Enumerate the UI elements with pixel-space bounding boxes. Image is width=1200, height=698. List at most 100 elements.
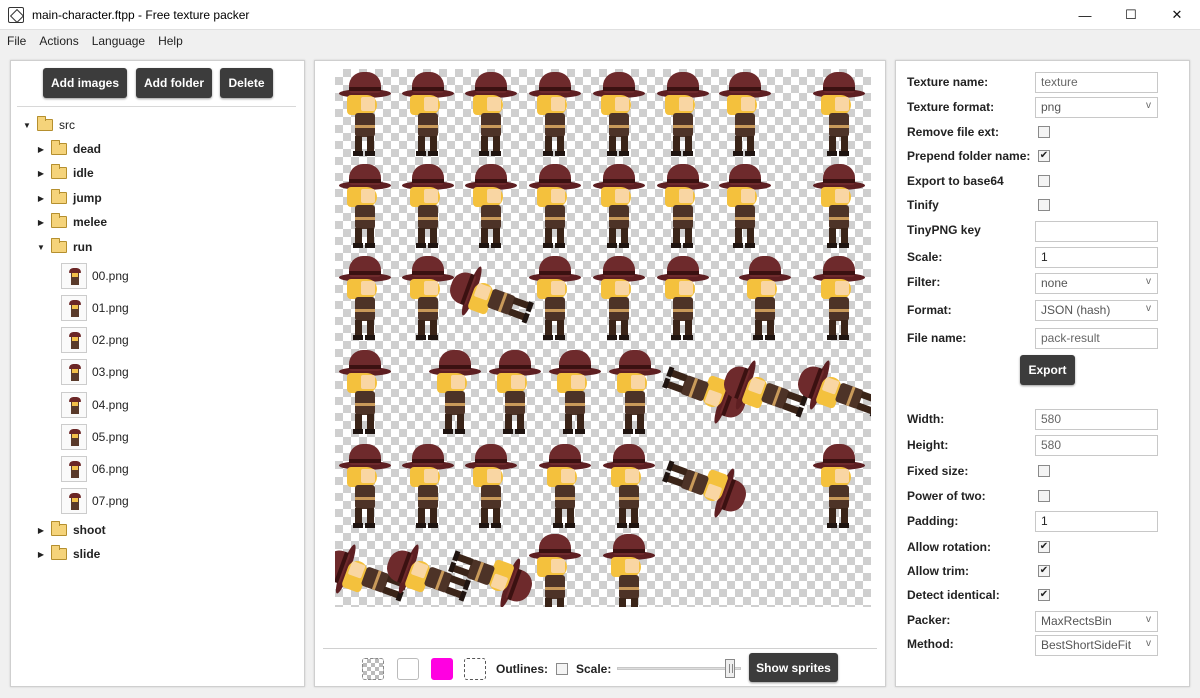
allow-trim-label: Allow trim:: [907, 564, 969, 578]
magenta-background-button[interactable]: [431, 658, 453, 680]
filter-select[interactable]: none: [1035, 273, 1158, 294]
sprite-frame: [398, 69, 458, 159]
tree-folder-jump[interactable]: ▶ jump: [35, 188, 102, 208]
tinify-checkbox[interactable]: [1038, 199, 1050, 211]
collapsed-arrow-icon[interactable]: ▶: [35, 169, 47, 178]
fixed-size-checkbox[interactable]: [1038, 465, 1050, 477]
sprite-frame: [735, 253, 795, 343]
sprite-thumbnail: [61, 392, 87, 418]
detect-identical-checkbox[interactable]: ✔: [1038, 589, 1050, 601]
tree-file[interactable]: 05.png: [61, 423, 129, 451]
format-label: Format:: [907, 303, 952, 317]
allow-rotation-checkbox[interactable]: ✔: [1038, 541, 1050, 553]
tree-folder-label: melee: [73, 215, 108, 229]
format-select[interactable]: JSON (hash): [1035, 300, 1158, 321]
remove-ext-checkbox[interactable]: [1038, 126, 1050, 138]
minimize-button[interactable]: —: [1062, 0, 1108, 30]
fixed-size-row: Fixed size:: [907, 460, 1035, 482]
images-toolbar: Add images Add folder Delete: [11, 61, 304, 106]
export-base64-label: Export to base64: [907, 174, 1004, 188]
tree-folder-run[interactable]: ▼ run: [35, 237, 92, 257]
sprite-frame: [461, 69, 521, 159]
tree-file[interactable]: 07.png: [61, 487, 129, 515]
tree-folder-label: dead: [73, 142, 102, 156]
tree-file[interactable]: 02.png: [61, 326, 129, 354]
window-title: main-character.ftpp - Free texture packe…: [32, 7, 250, 22]
tree-folder-src[interactable]: ▼ src: [21, 115, 75, 135]
folder-icon: [51, 521, 67, 536]
show-sprites-button[interactable]: Show sprites: [749, 653, 838, 682]
delete-button[interactable]: Delete: [220, 68, 273, 98]
file-name: 03.png: [92, 365, 129, 379]
sprite-frame: [809, 69, 869, 159]
images-panel: Add images Add folder Delete ▼ src ▶ dea…: [10, 60, 305, 687]
padding-input[interactable]: 1: [1035, 511, 1158, 532]
tree-file[interactable]: 03.png: [61, 358, 129, 386]
sprite-sheet-preview[interactable]: [335, 69, 871, 607]
export-button[interactable]: Export: [1020, 355, 1075, 385]
menu-language[interactable]: Language: [85, 34, 151, 48]
outlines-checkbox[interactable]: [556, 663, 568, 675]
expanded-arrow-icon[interactable]: ▼: [21, 121, 33, 130]
packer-select[interactable]: MaxRectsBin: [1035, 611, 1158, 632]
sprite-frame: [535, 441, 595, 531]
collapsed-arrow-icon[interactable]: ▶: [35, 550, 47, 559]
close-button[interactable]: ✕: [1154, 0, 1200, 30]
expanded-arrow-icon[interactable]: ▼: [35, 243, 47, 252]
add-images-button[interactable]: Add images: [43, 68, 127, 98]
power-of-two-checkbox[interactable]: [1038, 490, 1050, 502]
texture-format-select[interactable]: png: [1035, 97, 1158, 118]
menu-help[interactable]: Help: [151, 34, 189, 48]
scale-slider-thumb[interactable]: [725, 659, 735, 678]
tinypng-key-input[interactable]: [1035, 221, 1158, 242]
tree-folder-label: slide: [73, 547, 101, 561]
export-base64-checkbox[interactable]: [1038, 175, 1050, 187]
folder-icon: [51, 140, 67, 155]
file-name-input[interactable]: pack-result: [1035, 328, 1158, 349]
tree-file[interactable]: 04.png: [61, 391, 129, 419]
collapsed-arrow-icon[interactable]: ▶: [35, 145, 47, 154]
file-name-label: File name:: [907, 331, 967, 345]
tree-file[interactable]: 06.png: [61, 455, 129, 483]
add-folder-button[interactable]: Add folder: [136, 68, 212, 98]
tree-folder-label: run: [73, 240, 93, 254]
tree-folder-dead[interactable]: ▶ dead: [35, 139, 101, 159]
prepend-folder-checkbox[interactable]: ✔: [1038, 150, 1050, 162]
title-bar: main-character.ftpp - Free texture packe…: [0, 0, 1200, 30]
tree-folder-melee[interactable]: ▶ melee: [35, 212, 107, 232]
tree-folder-idle[interactable]: ▶ idle: [35, 163, 94, 183]
transparent-background-button[interactable]: [362, 658, 384, 680]
tree-folder-slide[interactable]: ▶ slide: [35, 544, 100, 564]
collapsed-arrow-icon[interactable]: ▶: [35, 218, 47, 227]
sprite-thumbnail: [61, 456, 87, 482]
sprite-thumbnail: [61, 488, 87, 514]
tree-folder-shoot[interactable]: ▶ shoot: [35, 520, 106, 540]
allow-trim-checkbox[interactable]: ✔: [1038, 565, 1050, 577]
maximize-button[interactable]: ☐: [1108, 0, 1154, 30]
tree-file[interactable]: 00.png: [61, 262, 129, 290]
texture-name-input[interactable]: texture: [1035, 72, 1158, 93]
menu-actions[interactable]: Actions: [32, 34, 84, 48]
sprite-frame: [545, 347, 605, 437]
method-row: Method:: [907, 633, 1035, 655]
sprite-frame: [653, 69, 713, 159]
method-select[interactable]: BestShortSideFit: [1035, 635, 1158, 656]
collapsed-arrow-icon[interactable]: ▶: [35, 194, 47, 203]
sprite-frame: [335, 347, 395, 437]
sprite-frame: [525, 69, 585, 159]
width-input[interactable]: 580: [1035, 409, 1158, 430]
tinypng-key-row: TinyPNG key: [907, 219, 1035, 241]
scale-slider-track[interactable]: [617, 667, 741, 670]
menu-file[interactable]: File: [0, 34, 32, 48]
remove-ext-label: Remove file ext:: [907, 125, 1000, 139]
no-background-button[interactable]: [464, 658, 486, 680]
collapsed-arrow-icon[interactable]: ▶: [35, 526, 47, 535]
sprite-frame: [589, 161, 649, 251]
scale-input[interactable]: 1: [1035, 247, 1158, 268]
white-background-button[interactable]: [397, 658, 419, 680]
scale-label: Scale:: [576, 662, 612, 676]
tree-file[interactable]: 01.png: [61, 294, 129, 322]
tree-folder-label: shoot: [73, 523, 106, 537]
height-row: Height:: [907, 434, 1035, 456]
height-input[interactable]: 580: [1035, 435, 1158, 456]
